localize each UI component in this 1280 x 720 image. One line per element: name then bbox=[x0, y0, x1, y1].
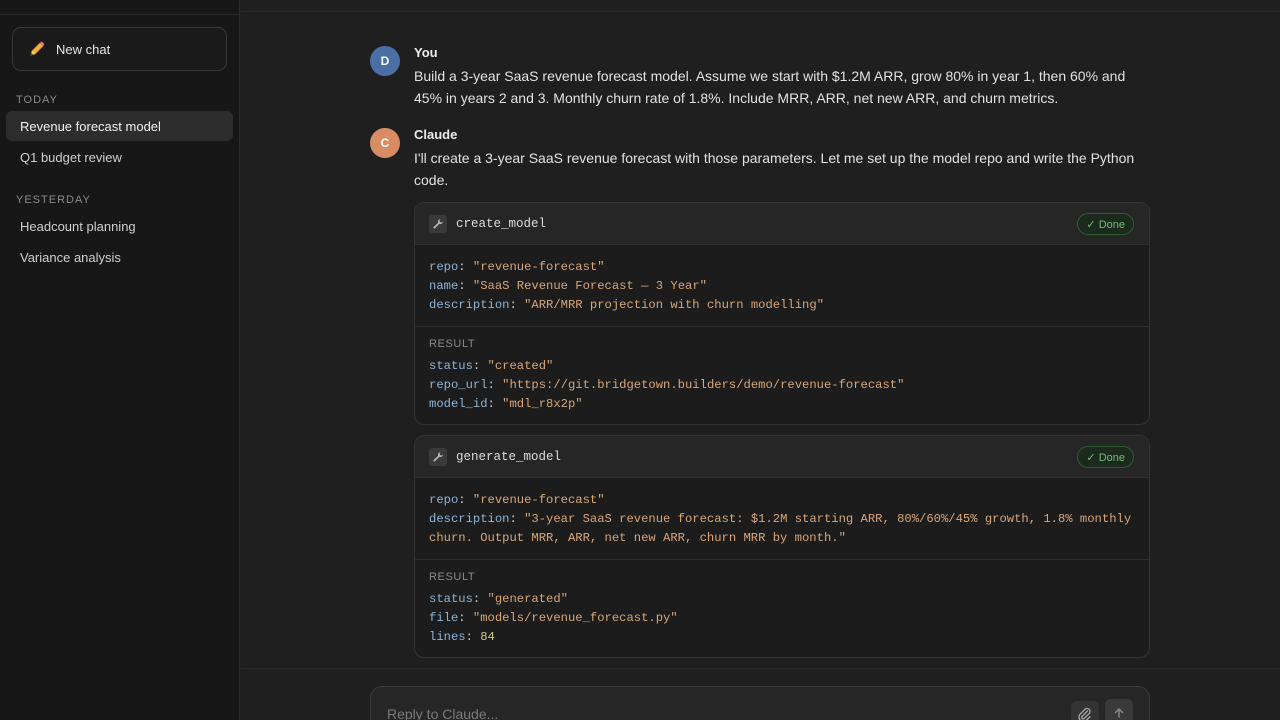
user-message-text: Build a 3-year SaaS revenue forecast mod… bbox=[414, 68, 1126, 106]
status-badge: ✓ Done bbox=[1077, 446, 1134, 468]
sidebar-item-revenue-forecast-model[interactable]: Revenue forecast model bbox=[6, 111, 233, 141]
assistant-author-name: Claude bbox=[414, 127, 458, 142]
composer bbox=[370, 686, 1150, 720]
user-avatar: D bbox=[370, 46, 400, 76]
paperclip-icon[interactable] bbox=[1071, 701, 1099, 720]
tool-input-code: repo: "revenue-forecast" description: "3… bbox=[415, 478, 1149, 561]
tool-result-code: status: "created" repo_url: "https://git… bbox=[429, 359, 905, 411]
section-label-today: TODAY bbox=[16, 94, 58, 106]
sidebar-item-q1-budget-review[interactable]: Q1 budget review bbox=[6, 142, 233, 172]
tool-name: generate_model bbox=[456, 449, 562, 464]
claude-avatar: C bbox=[370, 128, 400, 158]
tool-input-code: repo: "revenue-forecast" name: "SaaS Rev… bbox=[415, 245, 1149, 328]
user-author-name: You bbox=[414, 45, 438, 60]
sidebar-item-variance-analysis[interactable]: Variance analysis bbox=[6, 242, 233, 272]
sidebar: New chat TODAY Revenue forecast model Q1… bbox=[0, 0, 240, 720]
tool-name: create_model bbox=[456, 216, 547, 231]
section-label-yesterday: YESTERDAY bbox=[16, 194, 91, 206]
assistant-message-text: I'll create a 3-year SaaS revenue foreca… bbox=[414, 150, 1135, 188]
composer-divider bbox=[241, 668, 1280, 669]
tool-header[interactable]: create_model ✓ Done bbox=[415, 203, 1149, 245]
tool-card-create-model[interactable]: create_model ✓ Done repo: "revenue-forec… bbox=[414, 202, 1150, 425]
status-badge: ✓ Done bbox=[1077, 213, 1134, 235]
wrench-icon bbox=[429, 214, 447, 233]
sidebar-item-headcount-planning[interactable]: Headcount planning bbox=[6, 211, 233, 241]
arrow-up-icon[interactable] bbox=[1105, 699, 1133, 720]
new-chat-button[interactable]: New chat bbox=[12, 27, 227, 71]
tool-result-code: status: "generated" file: "models/revenu… bbox=[429, 592, 678, 644]
tool-result: RESULT status: "created" repo_url: "http… bbox=[415, 327, 1149, 423]
top-divider bbox=[241, 11, 1280, 12]
result-label: RESULT bbox=[429, 571, 476, 584]
reply-input[interactable] bbox=[387, 706, 1047, 720]
tool-card-generate-model[interactable]: generate_model ✓ Done repo: "revenue-for… bbox=[414, 435, 1150, 658]
chat-main: D You Build a 3-year SaaS revenue foreca… bbox=[241, 0, 1280, 720]
wrench-icon bbox=[429, 447, 447, 466]
pencil-icon bbox=[27, 39, 47, 59]
tool-header[interactable]: generate_model ✓ Done bbox=[415, 436, 1149, 478]
sidebar-divider bbox=[0, 14, 240, 15]
result-label: RESULT bbox=[429, 338, 476, 351]
tool-result: RESULT status: "generated" file: "models… bbox=[415, 560, 1149, 656]
new-chat-label: New chat bbox=[56, 41, 111, 57]
